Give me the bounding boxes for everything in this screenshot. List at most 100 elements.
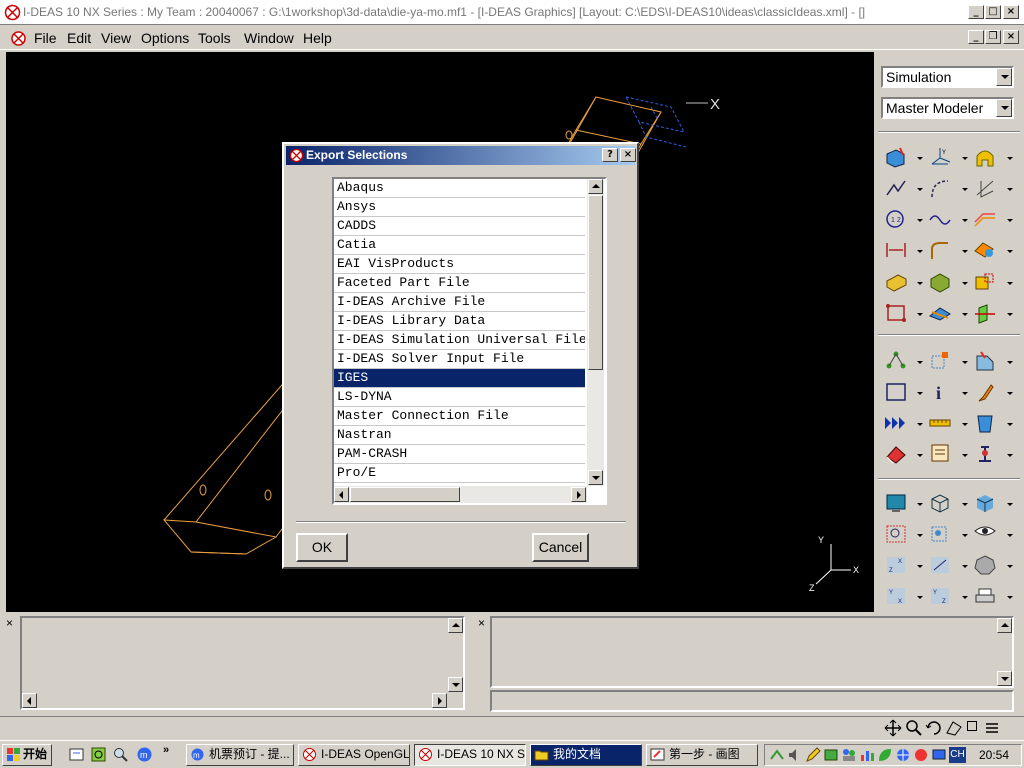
export-format-list[interactable]: Abaqus Ansys CADDS Catia EAI VisProducts Face… (332, 177, 607, 505)
doc-minimize-button[interactable]: _ (968, 30, 984, 44)
task-select[interactable]: Master Modeler (881, 97, 1014, 119)
chevron-down-icon[interactable] (962, 219, 968, 222)
menu-view[interactable]: View (101, 30, 131, 46)
ok-button[interactable]: OK (296, 533, 348, 562)
close-button[interactable]: × (1003, 5, 1019, 19)
refresh-icon[interactable] (90, 746, 107, 763)
list-item[interactable]: Faceted Part File (334, 274, 585, 293)
users-icon[interactable] (841, 747, 857, 763)
messenger-icon[interactable] (913, 747, 929, 763)
scroll-down-button[interactable] (997, 671, 1012, 686)
zoom-all-icon[interactable] (928, 523, 954, 547)
move-icon[interactable] (928, 302, 954, 326)
list-item[interactable]: I-DEAS Simulation Universal File (334, 331, 585, 350)
shaded-cube-icon[interactable] (973, 492, 999, 516)
chevron-down-icon[interactable] (1007, 188, 1013, 191)
scroll-down-button[interactable] (448, 677, 463, 692)
chevron-down-icon[interactable] (962, 250, 968, 253)
chevron-down-icon[interactable] (917, 565, 923, 568)
maximize-button[interactable]: □ (985, 5, 1001, 19)
scroll-up-button[interactable] (588, 179, 603, 194)
scroll-up-button[interactable] (448, 618, 463, 633)
boolean-icon[interactable] (973, 271, 999, 295)
view-iso-icon[interactable] (928, 554, 954, 578)
vertical-scrollbar[interactable] (587, 179, 604, 486)
scroll-up-button[interactable] (997, 618, 1012, 633)
scroll-thumb[interactable] (350, 487, 460, 502)
display-icon[interactable] (884, 492, 910, 516)
chevron-down-icon[interactable] (917, 219, 923, 222)
pencil-icon[interactable] (805, 747, 821, 763)
dynamic-view-icon[interactable] (945, 719, 963, 737)
menu-help[interactable]: Help (303, 30, 332, 46)
zoom-icon[interactable] (905, 719, 923, 737)
zoom-area-icon[interactable] (884, 523, 910, 547)
task-ticket-booking[interactable]: m 机票预订 - 提... (186, 744, 294, 766)
menu-file[interactable]: File (34, 30, 57, 46)
spline-icon[interactable] (928, 208, 954, 232)
chevron-down-icon[interactable] (996, 68, 1012, 86)
list-item[interactable]: PAM-CRASH (334, 445, 585, 464)
chevron-down-icon[interactable] (1007, 565, 1013, 568)
chevron-down-icon[interactable] (1007, 596, 1013, 599)
doc-restore-button[interactable]: ❐ (985, 30, 1001, 44)
list-item[interactable]: Ansys (334, 198, 585, 217)
scroll-right-button[interactable] (432, 693, 447, 708)
desktop-icon[interactable] (68, 746, 85, 763)
chevron-down-icon[interactable] (962, 423, 968, 426)
print-icon[interactable] (973, 585, 999, 609)
chevron-down-icon[interactable] (962, 282, 968, 285)
block-create-icon[interactable] (884, 146, 910, 170)
chevron-down-icon[interactable] (1007, 157, 1013, 160)
rotate-icon[interactable] (925, 719, 943, 737)
view-side-icon[interactable]: YZ (928, 585, 954, 609)
chevron-down-icon[interactable] (917, 282, 923, 285)
chevron-down-icon[interactable] (917, 250, 923, 253)
chevron-down-icon[interactable] (962, 534, 968, 537)
help-button[interactable]: ? (602, 148, 618, 162)
history-icon[interactable] (973, 443, 999, 467)
chevron-down-icon[interactable] (917, 423, 923, 426)
network-icon[interactable] (769, 747, 785, 763)
chart-icon[interactable] (859, 747, 875, 763)
view-eye-icon[interactable] (973, 523, 999, 547)
info-icon[interactable]: i (928, 381, 954, 405)
prompt-input[interactable] (490, 690, 1014, 712)
list-item[interactable]: Nastran (334, 426, 585, 445)
slice-icon[interactable] (973, 177, 999, 201)
chevron-down-icon[interactable] (962, 596, 968, 599)
list-item[interactable]: EAI VisProducts (334, 255, 585, 274)
chevron-down-icon[interactable] (1007, 361, 1013, 364)
measure-icon[interactable] (928, 412, 954, 436)
chevron-down-icon[interactable] (917, 596, 923, 599)
horizontal-scrollbar[interactable] (334, 486, 587, 503)
minimize-button[interactable]: _ (968, 5, 984, 19)
fillet-icon[interactable] (928, 239, 954, 263)
chevron-down-icon[interactable] (1007, 313, 1013, 316)
tray-app-icon[interactable] (823, 747, 839, 763)
chevron-down-icon[interactable] (962, 392, 968, 395)
menu-tools[interactable]: Tools (198, 30, 231, 46)
leaf-icon[interactable] (877, 747, 893, 763)
wireframe-cube-icon[interactable] (928, 492, 954, 516)
chevron-down-icon[interactable] (1007, 423, 1013, 426)
task-ideas-main[interactable]: I-DEAS 10 NX S... (414, 744, 526, 766)
scroll-right-button[interactable] (571, 487, 586, 502)
dialog-close-button[interactable]: × (620, 148, 636, 162)
list-item[interactable]: Pro/E (334, 464, 585, 483)
view-circle-icon[interactable] (973, 554, 999, 578)
list-region[interactable] (490, 616, 1014, 688)
workplane-icon[interactable]: Y (928, 146, 954, 170)
list-item[interactable]: Abaqus (334, 179, 585, 198)
list-item[interactable]: I-DEAS Solver Input File (334, 350, 585, 369)
feature-tree-icon[interactable] (884, 350, 910, 374)
list-item[interactable]: IGES (334, 369, 585, 388)
chevron-down-icon[interactable] (1007, 250, 1013, 253)
revolve-icon[interactable] (928, 271, 954, 295)
copy-icon[interactable] (973, 302, 999, 326)
chevron-down-icon[interactable] (917, 313, 923, 316)
chevron-down-icon[interactable] (917, 157, 923, 160)
arc-icon[interactable] (928, 177, 954, 201)
paint-brush-icon[interactable] (973, 381, 999, 405)
chevron-down-icon[interactable] (1007, 219, 1013, 222)
